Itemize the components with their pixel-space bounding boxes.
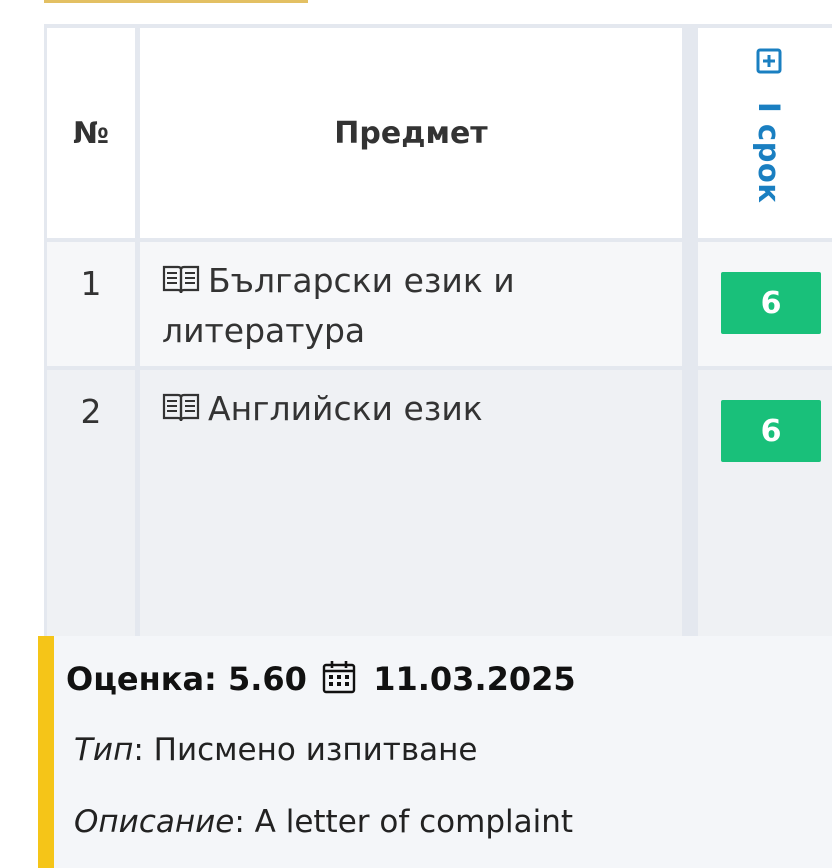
calendar-icon bbox=[322, 661, 356, 694]
row-2-number: 2 bbox=[47, 370, 135, 640]
column-header-term[interactable]: I срок bbox=[698, 28, 832, 238]
type-value: Писмено изпитване bbox=[153, 732, 478, 768]
grade-badge[interactable]: 6 bbox=[721, 272, 821, 334]
subject-name: Български език и литература bbox=[162, 261, 515, 350]
popover-accent-bar bbox=[38, 636, 54, 868]
grade-label: Оценка: bbox=[66, 660, 217, 698]
type-label: Тип bbox=[74, 732, 134, 768]
column-header-number: № bbox=[47, 28, 135, 238]
row-1-number: 1 bbox=[47, 242, 135, 366]
book-icon bbox=[162, 393, 200, 422]
subject-name: Английски език bbox=[208, 389, 483, 428]
top-accent-bar bbox=[44, 0, 308, 3]
description-value: A letter of complaint bbox=[254, 804, 574, 840]
grade-type-line: Тип: Писмено изпитване bbox=[74, 732, 478, 768]
row-2-term-cell: 6 bbox=[698, 370, 832, 640]
book-icon bbox=[162, 265, 200, 294]
popover-title: Оценка: 5.60 11.03.2025 bbox=[66, 660, 576, 698]
row-2-subject: Английски език bbox=[140, 370, 682, 640]
grade-date: 11.03.2025 bbox=[373, 660, 576, 698]
row-1-subject: Български език и литература bbox=[140, 242, 682, 366]
grade-details-popover: Оценка: 5.60 11.03.2025 Тип: Писмено изп… bbox=[38, 636, 832, 868]
grade-value: 5.60 bbox=[227, 660, 307, 698]
description-label: Описание bbox=[74, 804, 235, 840]
plus-square-icon[interactable] bbox=[756, 48, 782, 74]
term-label[interactable]: I срок bbox=[752, 102, 786, 203]
grades-table: № Предмет I срок 1 Български език и лите… bbox=[44, 24, 832, 640]
grade-badge[interactable]: 6 bbox=[721, 400, 821, 462]
grade-description-line: Описание: A letter of complaint bbox=[74, 804, 574, 840]
row-1-term-cell: 6 bbox=[698, 242, 832, 366]
column-header-subject: Предмет bbox=[140, 28, 682, 238]
